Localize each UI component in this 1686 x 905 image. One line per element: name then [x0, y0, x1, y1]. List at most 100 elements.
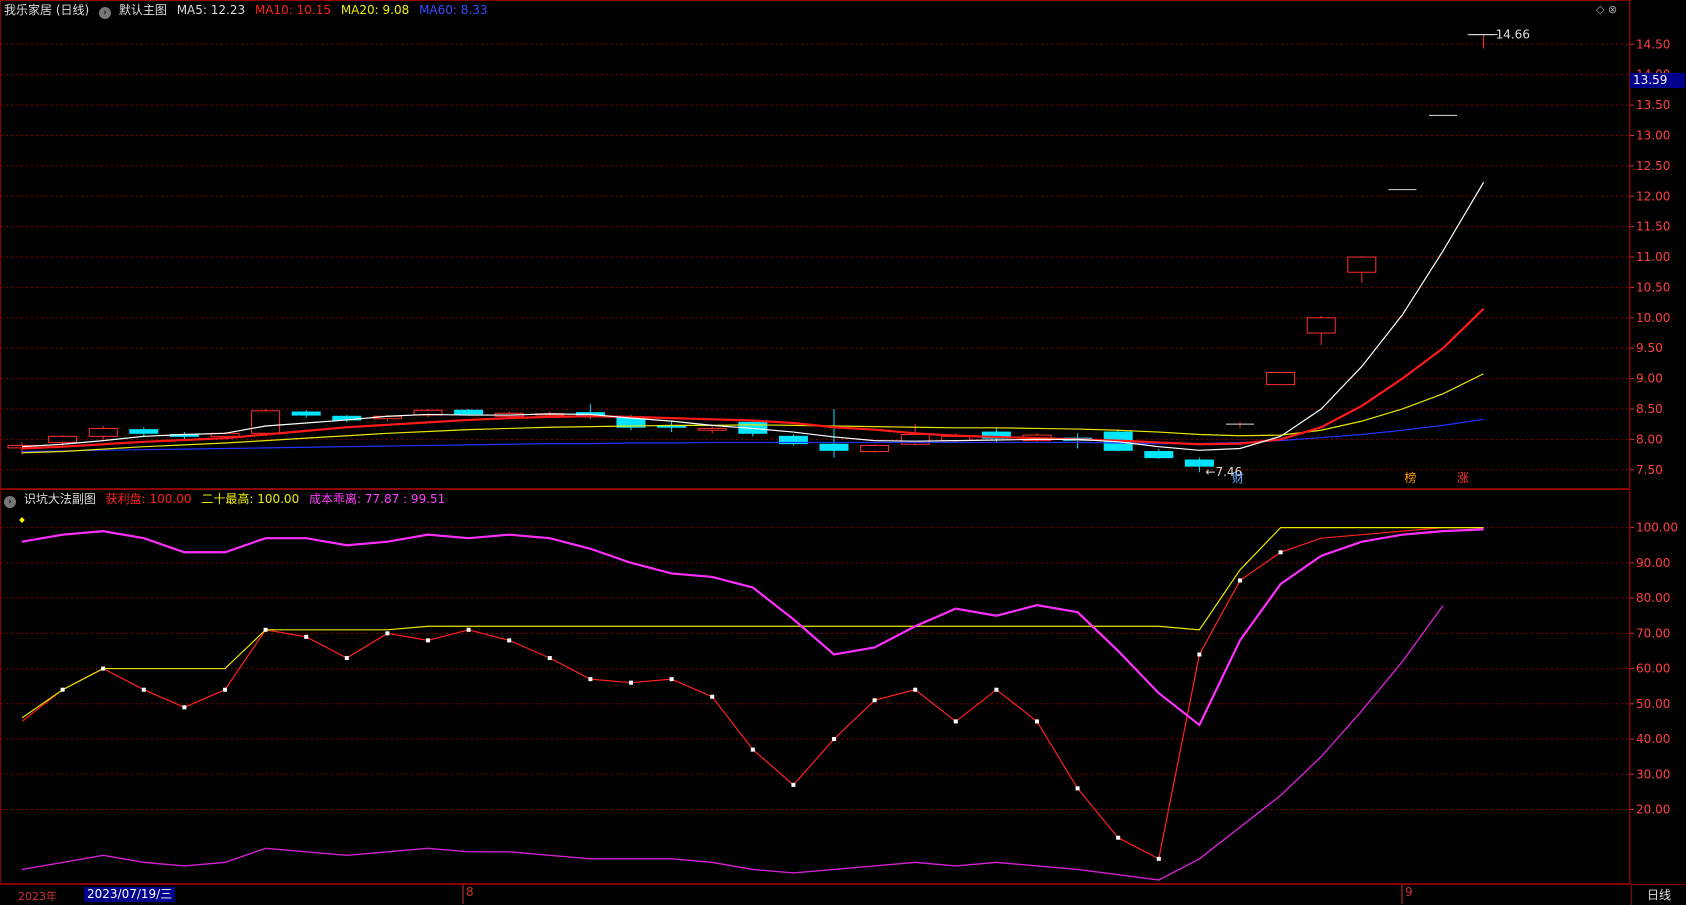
profit-point: [1075, 786, 1080, 791]
profit-point: [466, 627, 471, 632]
sub-tick-label: 100.00: [1636, 521, 1678, 535]
profit-point: [507, 638, 512, 643]
profit-point: [426, 638, 430, 643]
profit-point: [994, 687, 999, 692]
profit-point: [1238, 578, 1242, 583]
candle-body: [88, 427, 118, 437]
main-tick-label: 8.50: [1636, 402, 1663, 416]
profit-point: [629, 680, 633, 685]
profit-point: [223, 687, 227, 692]
candle-body: [657, 425, 687, 428]
profit-point: [710, 694, 715, 699]
candle-body: [697, 427, 727, 431]
cost2-line: [21, 605, 1444, 881]
profit-point: [304, 634, 309, 639]
candle-body: [291, 411, 321, 416]
time-axis-bar: 2023年 2023/07/19/三 日线: [0, 884, 1686, 905]
sub-tick-label: 60.00: [1636, 662, 1670, 676]
main-tick-label: 8.00: [1636, 432, 1663, 446]
sub-tick-label: 30.00: [1636, 767, 1670, 781]
sub-pane-frame: [0, 489, 1630, 884]
main-tick-label: 7.50: [1636, 463, 1663, 477]
sub-chart-header: › 识坑大法副图 获利盘: 100.00 二十最高: 100.00 成本乖离: …: [4, 491, 451, 508]
profit-point: [344, 656, 349, 660]
profit-point: [791, 782, 796, 787]
high20-legend: 二十最高: 100.00: [201, 492, 300, 506]
profit-point: [832, 737, 836, 742]
event-tag: 榜: [1404, 470, 1416, 485]
period-tab-daily[interactable]: 日线: [1631, 885, 1686, 905]
sub-tick-label: 50.00: [1636, 697, 1670, 711]
candle-body: [1347, 256, 1377, 273]
main-tick-label: 12.00: [1636, 189, 1670, 203]
profit-point: [547, 656, 552, 660]
event-tag: 涨: [1457, 470, 1469, 485]
profit-point: [1035, 719, 1039, 724]
ma5-line: [21, 181, 1485, 451]
cursor-date-label: 2023/07/19/三: [84, 887, 176, 902]
sub-tick-label: 70.00: [1636, 626, 1670, 640]
candle-body: [454, 409, 484, 415]
profit-point: [913, 687, 918, 692]
ma5-legend: MA5: 12.23: [176, 3, 246, 17]
main-tick-label: 10.00: [1636, 311, 1670, 325]
profit-point: [60, 687, 65, 692]
window-control-icons[interactable]: ◇ ⊗: [1596, 3, 1617, 16]
high-price-label: 14.66: [1496, 28, 1530, 42]
main-tick-label: 13.00: [1636, 128, 1670, 142]
profit-point: [750, 747, 755, 752]
year-label: 2023年: [18, 890, 57, 903]
main-tick-label: 12.50: [1636, 159, 1670, 173]
profit-point: [1116, 835, 1121, 840]
candle-body: [251, 410, 281, 434]
candle-body: [1144, 451, 1174, 459]
signal-diamond: [19, 517, 25, 523]
candle-body: [819, 443, 849, 451]
ma10-legend: MA10: 10.15: [254, 3, 331, 17]
candle-body: [860, 444, 890, 453]
profit-point: [385, 631, 390, 636]
current-price-tag: 13.59: [1630, 73, 1685, 88]
profit-point: [263, 627, 268, 632]
sub-tick-label: 80.00: [1636, 591, 1670, 605]
profit-point: [182, 705, 187, 710]
profit-point: [953, 719, 958, 724]
main-tick-label: 13.50: [1636, 98, 1670, 112]
subchart-settings-icon[interactable]: ›: [4, 496, 16, 508]
cost1-line: [21, 528, 1484, 727]
profit-point: [1197, 652, 1202, 657]
main-tick-label: 14.50: [1636, 37, 1670, 51]
candle-body: [1306, 317, 1336, 334]
ma20-legend: MA20: 9.08: [340, 3, 410, 17]
main-chart-name[interactable]: 默认主图: [119, 3, 167, 17]
profit-point: [1156, 856, 1161, 861]
profit-point: [872, 698, 877, 703]
main-tick-label: 9.00: [1636, 372, 1663, 386]
profit-point: [588, 677, 593, 682]
profit-point: [1278, 550, 1283, 555]
main-tick-label: 11.00: [1636, 250, 1670, 264]
candle-body: [48, 435, 78, 443]
profit-point: [101, 666, 106, 671]
main-pane-frame: [0, 0, 1630, 489]
event-tag: 财: [1232, 471, 1244, 485]
main-tick-label: 9.50: [1636, 341, 1663, 355]
profit-point: [669, 677, 674, 682]
main-chart-header: 我乐家居 (日线) › 默认主图 MA5: 12.23 MA10: 10.15 …: [4, 2, 493, 19]
stock-name[interactable]: 我乐家居 (日线): [4, 3, 89, 17]
profit-legend: 获利盘: 100.00: [105, 492, 192, 506]
sub-tick-label: 20.00: [1636, 803, 1670, 817]
candle-body: [129, 429, 159, 434]
sub-tick-label: 90.00: [1636, 556, 1670, 570]
stock-chart[interactable]: 14.5014.0013.5013.0012.5012.0011.5011.00…: [0, 0, 1686, 904]
indicator-name[interactable]: 识坑大法副图: [24, 492, 96, 506]
profit-point: [141, 687, 146, 692]
main-tick-label: 11.50: [1636, 220, 1670, 234]
chart-settings-icon[interactable]: ›: [99, 7, 112, 19]
ma60-legend: MA60: 8.33: [419, 3, 488, 17]
cost-legend: 成本乖离: 77.87 : 99.51: [309, 492, 446, 506]
sub-tick-label: 40.00: [1636, 732, 1670, 746]
candle-body: [1266, 372, 1296, 386]
main-tick-label: 10.50: [1636, 280, 1670, 294]
high20-line: [21, 527, 1484, 719]
